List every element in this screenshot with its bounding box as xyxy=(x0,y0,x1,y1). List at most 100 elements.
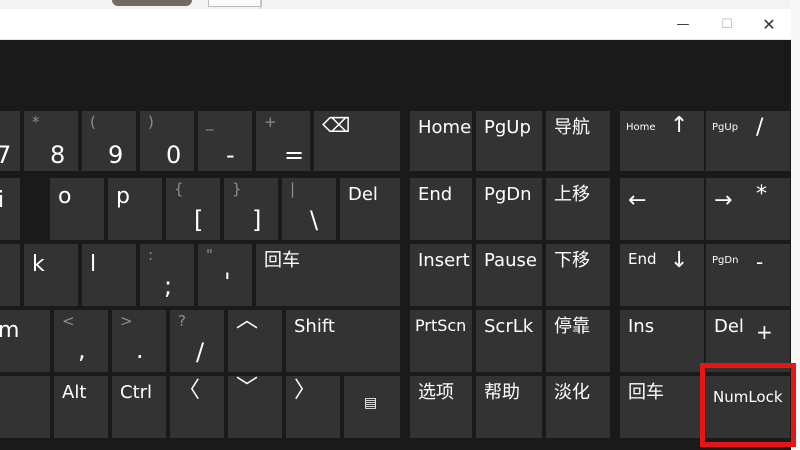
key-quote[interactable]: " ' xyxy=(198,244,252,306)
key-nav[interactable]: 导航 xyxy=(546,111,610,171)
key-slash[interactable]: ? / xyxy=(170,310,224,372)
key-k[interactable]: k xyxy=(24,244,78,306)
close-button[interactable]: ✕ xyxy=(746,9,792,39)
key-prtscn[interactable]: PrtScn xyxy=(410,310,472,372)
key-left[interactable]: 〈 xyxy=(170,376,224,438)
key-label: PgDn xyxy=(712,255,739,266)
numpad-pgdn[interactable]: PgDn xyxy=(706,244,748,306)
key-label: PrtScn xyxy=(415,316,467,335)
numpad-end[interactable]: End xyxy=(620,244,662,306)
key-ctrl-left-partial[interactable] xyxy=(0,376,50,438)
key-fade[interactable]: 淡化 xyxy=(546,376,610,438)
key-pgup[interactable]: PgUp xyxy=(476,111,542,171)
key-del[interactable]: Del xyxy=(340,178,400,240)
key-up[interactable]: ︿ xyxy=(228,310,282,372)
key-down[interactable]: ﹀ xyxy=(228,376,282,438)
key-scrlk[interactable]: ScrLk xyxy=(476,310,542,372)
key-label: Home xyxy=(626,122,656,133)
numpad-star[interactable]: * xyxy=(748,178,790,240)
numpad-left[interactable]: ← xyxy=(620,178,704,240)
key-insert[interactable]: Insert xyxy=(410,244,472,306)
key-label: [ xyxy=(194,206,204,234)
left-arrow-icon: 〈 xyxy=(178,378,201,403)
numpad-minus[interactable]: - xyxy=(748,244,790,306)
key-o[interactable]: o xyxy=(50,178,104,240)
key-end[interactable]: End xyxy=(410,178,472,240)
up-arrow-icon: ↑ xyxy=(670,113,689,138)
key-l[interactable]: l xyxy=(82,244,136,306)
numpad-down[interactable]: ↓ xyxy=(662,244,704,306)
key-help[interactable]: 帮助 xyxy=(476,376,542,438)
key-8[interactable]: * 8 xyxy=(24,111,78,171)
key-period[interactable]: > . xyxy=(112,310,166,372)
numpad-up[interactable]: ↑ xyxy=(662,111,704,171)
key-enter[interactable]: 回车 xyxy=(256,244,400,306)
key-i[interactable]: i xyxy=(0,178,20,240)
key-label: ; xyxy=(164,272,173,300)
key-comma[interactable]: < , xyxy=(54,310,108,372)
on-screen-keyboard-window: — ☐ ✕ 7 * 8 ( 9 ) 0 _ - + = ⌫ Home PgUp … xyxy=(0,9,791,450)
key-7[interactable]: 7 xyxy=(0,111,20,171)
key-label: Alt xyxy=(62,382,87,403)
key-shift-label: * xyxy=(32,113,40,131)
key-label: End xyxy=(628,250,657,268)
key-ctrl[interactable]: Ctrl xyxy=(112,376,166,438)
numpad-right[interactable]: → xyxy=(706,178,748,240)
key-m[interactable]: m xyxy=(0,310,50,372)
key-dock[interactable]: 停靠 xyxy=(546,310,610,372)
key-label: Ins xyxy=(628,316,655,337)
key-label: l xyxy=(90,252,97,277)
backspace-icon: ⌫ xyxy=(322,113,351,137)
key-alt[interactable]: Alt xyxy=(54,376,108,438)
key-label: Shift xyxy=(294,316,335,337)
up-arrow-icon: ︿ xyxy=(236,308,259,333)
key-j-partial[interactable] xyxy=(0,244,20,306)
key-label: PgUp xyxy=(712,122,739,133)
key-label: 下移 xyxy=(554,250,590,271)
key-semicolon[interactable]: : ; xyxy=(140,244,194,306)
key-label: 0 xyxy=(166,141,182,169)
key-right[interactable]: 〉 xyxy=(286,376,340,438)
numpad-home[interactable]: Home xyxy=(620,111,662,171)
key-right-bracket[interactable]: } ] xyxy=(224,178,278,240)
minimize-button[interactable]: — xyxy=(660,9,706,39)
key-label: / xyxy=(196,338,205,366)
numpad-ins[interactable]: Ins xyxy=(620,310,704,372)
key-equals[interactable]: + = xyxy=(256,111,310,171)
key-options[interactable]: 选项 xyxy=(410,376,472,438)
key-label: p xyxy=(116,184,130,209)
key-pgdn[interactable]: PgDn xyxy=(476,178,542,240)
key-menu[interactable]: ▤ xyxy=(344,376,400,438)
numlock-highlight-box xyxy=(700,363,796,447)
key-backspace[interactable]: ⌫ xyxy=(314,111,400,171)
maximize-button[interactable]: ☐ xyxy=(704,9,750,39)
key-label: - xyxy=(226,141,235,169)
key-move-down[interactable]: 下移 xyxy=(546,244,610,306)
key-left-bracket[interactable]: { [ xyxy=(166,178,220,240)
key-label: 选项 xyxy=(418,382,454,403)
key-shift-label: " xyxy=(206,246,213,264)
key-label: 上移 xyxy=(554,184,590,205)
key-label: o xyxy=(58,184,72,209)
numpad-slash[interactable]: / xyxy=(748,111,790,171)
key-shift[interactable]: Shift xyxy=(286,310,400,372)
key-minus[interactable]: _ - xyxy=(198,111,252,171)
down-arrow-icon: ↓ xyxy=(670,248,689,273)
key-shift-label: _ xyxy=(206,113,214,131)
key-move-up[interactable]: 上移 xyxy=(546,178,610,240)
key-backslash[interactable]: | \ xyxy=(282,178,336,240)
key-shift-label: : xyxy=(148,246,154,264)
key-label: - xyxy=(756,250,764,274)
numpad-pgup[interactable]: PgUp xyxy=(706,111,748,171)
left-arrow-icon: ← xyxy=(628,188,647,213)
key-home[interactable]: Home xyxy=(410,111,472,171)
key-label: + xyxy=(756,320,773,344)
key-9[interactable]: ( 9 xyxy=(82,111,136,171)
key-pause[interactable]: Pause xyxy=(476,244,542,306)
key-p[interactable]: p xyxy=(108,178,162,240)
numpad-enter[interactable]: 回车 xyxy=(620,376,704,438)
key-shift-label: } xyxy=(232,180,242,198)
key-label: 回车 xyxy=(264,250,300,271)
key-0[interactable]: ) 0 xyxy=(140,111,194,171)
key-shift-label: ? xyxy=(178,312,186,330)
